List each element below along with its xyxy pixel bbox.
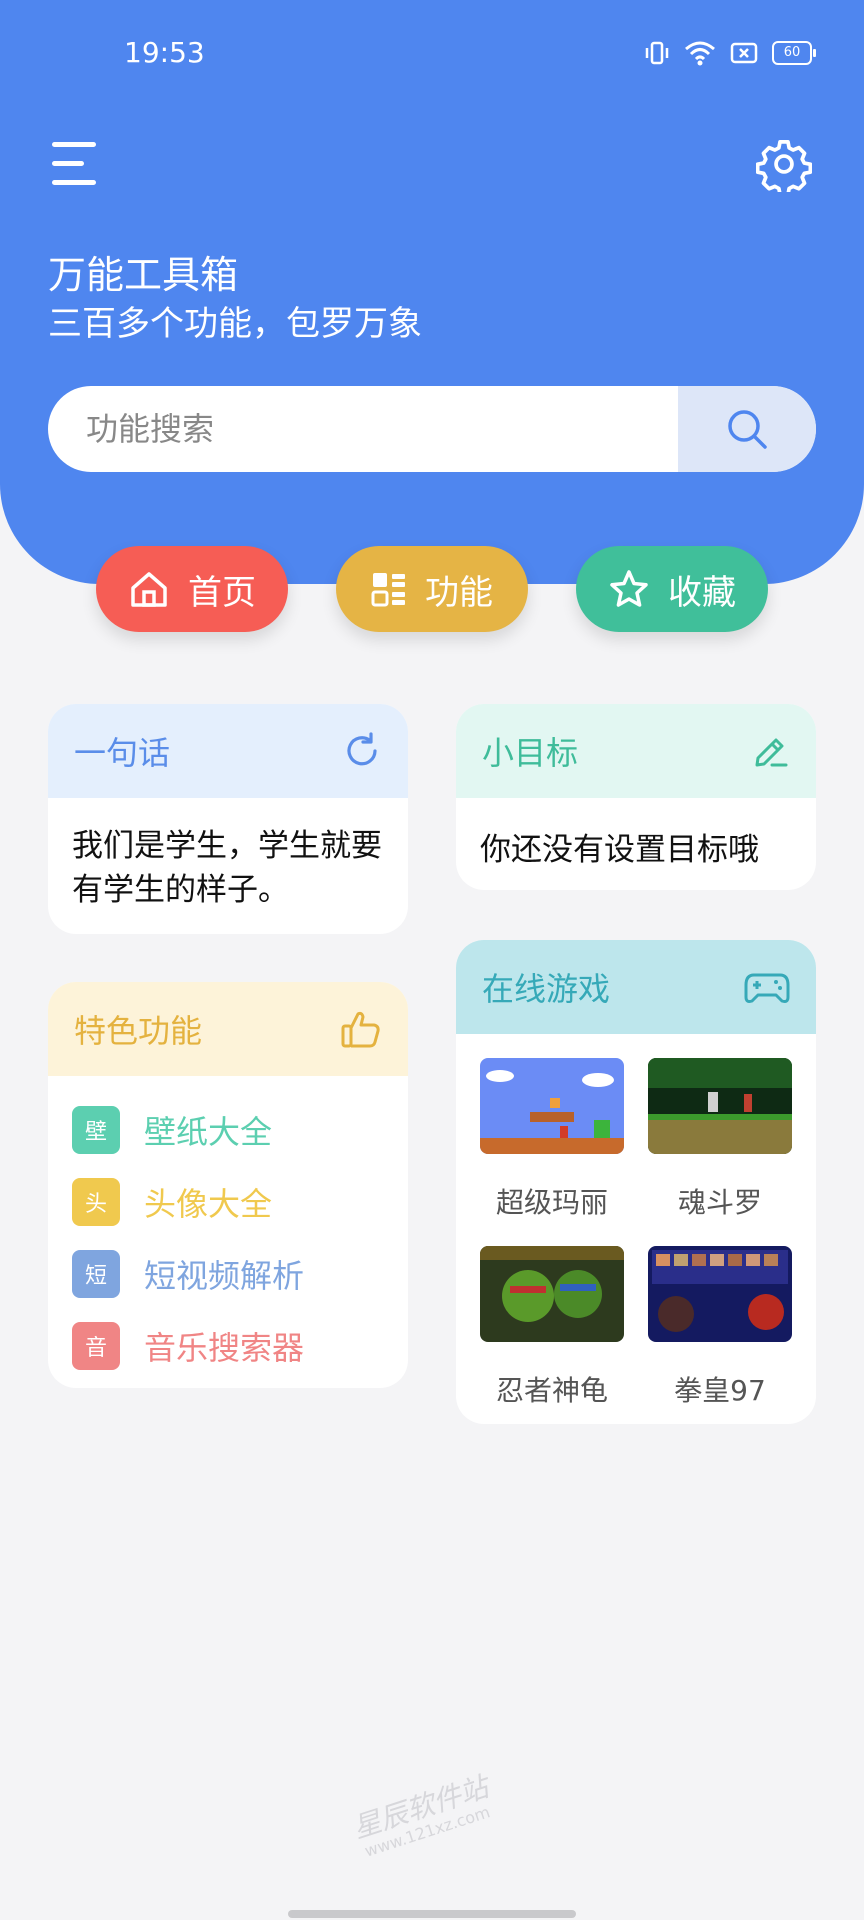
- gamepad-icon-wrap: [744, 969, 790, 1005]
- vibrate-icon: [645, 41, 669, 65]
- search-icon: [728, 410, 767, 449]
- quote-text: 我们是学生，学生就要有学生的样子。: [72, 828, 382, 908]
- game-card-header: 在线游戏: [456, 940, 816, 1034]
- goal-text: 你还没有设置目标哦: [480, 832, 759, 868]
- feature-badge: 头: [72, 1178, 120, 1226]
- feature-label: 短视频解析: [144, 1257, 305, 1295]
- search-bar: [48, 386, 816, 472]
- home-icon: [131, 572, 167, 607]
- feature-label: 壁纸大全: [144, 1113, 273, 1151]
- feature-label: 头像大全: [144, 1185, 273, 1223]
- nav-home-label: 首页: [188, 572, 256, 613]
- battery-indicator: 60: [772, 41, 816, 65]
- quote-card-title: 一句话: [74, 734, 171, 772]
- feature-item-music-search[interactable]: 音 音乐搜索器: [72, 1310, 384, 1382]
- nav-home-button[interactable]: 首页: [96, 546, 288, 632]
- app-subtitle: 三百多个功能，包罗万象: [48, 304, 422, 344]
- game-item-contra[interactable]: 魂斗罗: [648, 1058, 792, 1246]
- feature-item-avatar[interactable]: 头 头像大全: [72, 1166, 384, 1238]
- ninja-turtles-thumbnail: [480, 1246, 624, 1342]
- game-label: 忍者神龟: [495, 1374, 608, 1407]
- settings-button[interactable]: [755, 136, 813, 197]
- edit-icon: [755, 738, 788, 767]
- status-bar-icons: 60: [644, 40, 816, 66]
- feature-label: 音乐搜索器: [144, 1329, 305, 1367]
- nav-function-label: 功能: [425, 572, 493, 613]
- game-grid: 超级玛丽 魂斗罗 忍者神龟 拳皇97: [456, 1034, 816, 1424]
- thumbs-up-icon: [341, 1011, 380, 1048]
- goal-card[interactable]: 小目标 你还没有设置目标哦: [456, 704, 816, 890]
- quote-card-header: 一句话: [48, 704, 408, 798]
- feature-item-video-parse[interactable]: 短 短视频解析: [72, 1238, 384, 1310]
- refresh-icon: [347, 732, 377, 766]
- quote-card: 一句话 我们是学生，学生就要有学生的样子。: [48, 704, 408, 934]
- gear-icon: [755, 139, 813, 197]
- grid-icon: [371, 573, 405, 607]
- search-input[interactable]: [48, 386, 678, 472]
- nav-favorites-button[interactable]: 收藏: [576, 546, 768, 632]
- menu-icon-line: [52, 161, 84, 166]
- star-icon: [610, 570, 648, 607]
- feature-card-title: 特色功能: [74, 1012, 203, 1050]
- nav-function-button[interactable]: 功能: [336, 546, 528, 632]
- search-button[interactable]: [678, 386, 816, 472]
- sim-card-icon: [730, 42, 758, 64]
- feature-badge: 音: [72, 1322, 120, 1370]
- super-mario-thumbnail: [480, 1058, 624, 1154]
- game-card-title: 在线游戏: [482, 970, 611, 1008]
- feature-item-wallpaper[interactable]: 壁 壁纸大全: [72, 1094, 384, 1166]
- game-label: 超级玛丽: [495, 1186, 608, 1219]
- feature-badge: 短: [72, 1250, 120, 1298]
- feature-list: 壁 壁纸大全 头 头像大全 短 短视频解析 音 音乐搜索器: [48, 1076, 408, 1382]
- contra-thumbnail: [648, 1058, 792, 1154]
- menu-icon-line: [52, 142, 96, 147]
- goal-card-header: 小目标: [456, 704, 816, 798]
- app-title: 万能工具箱: [48, 253, 239, 297]
- wifi-icon: [685, 41, 715, 66]
- menu-button[interactable]: [52, 140, 102, 188]
- feature-card-header: 特色功能: [48, 982, 408, 1076]
- kof97-thumbnail: [648, 1246, 792, 1342]
- refresh-button[interactable]: [342, 731, 382, 771]
- edit-goal-button[interactable]: [752, 732, 790, 770]
- game-item-super-mario[interactable]: 超级玛丽: [480, 1058, 624, 1246]
- game-item-ninja-turtles[interactable]: 忍者神龟: [480, 1246, 624, 1424]
- status-time: 19:53: [124, 36, 205, 69]
- gamepad-icon: [744, 973, 790, 1003]
- game-label: 拳皇97: [674, 1374, 766, 1407]
- home-indicator[interactable]: [288, 1910, 576, 1918]
- game-label: 魂斗罗: [677, 1186, 762, 1219]
- goal-card-title: 小目标: [482, 734, 579, 772]
- thumbs-up-icon-wrap: [340, 1008, 382, 1050]
- game-card: 在线游戏 超级玛丽 魂斗罗 忍者神龟 拳皇97: [456, 940, 816, 1424]
- nav-favorites-label: 收藏: [668, 572, 736, 613]
- feature-card: 特色功能 壁 壁纸大全 头 头像大全 短 短视频解析 音 音乐搜索器: [48, 982, 408, 1388]
- feature-badge: 壁: [72, 1106, 120, 1154]
- menu-icon-line: [52, 180, 96, 185]
- game-item-kof97[interactable]: 拳皇97: [648, 1246, 792, 1424]
